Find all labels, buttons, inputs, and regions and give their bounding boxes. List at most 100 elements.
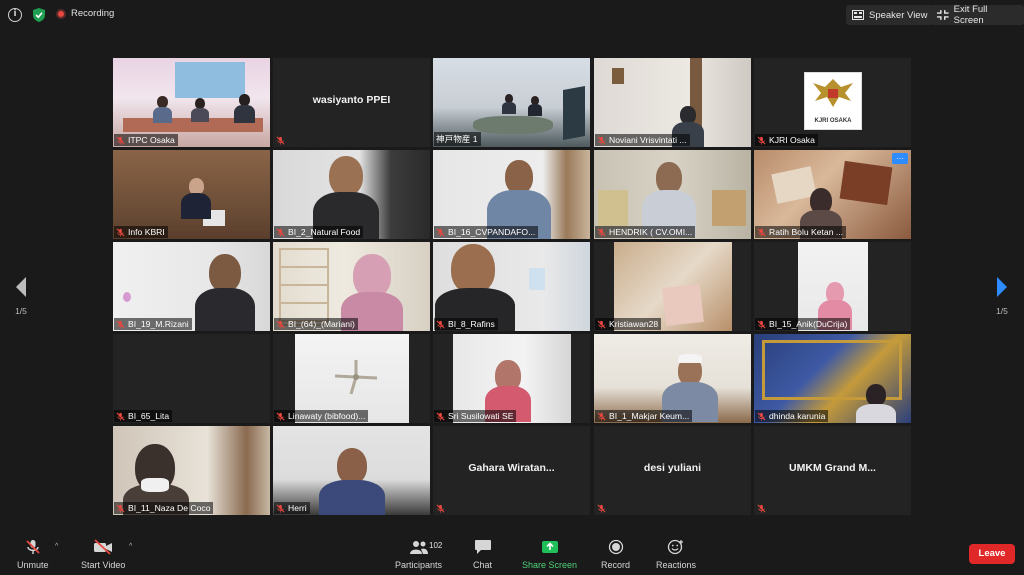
shield-icon[interactable] xyxy=(32,7,46,23)
record-icon xyxy=(608,539,623,555)
participant-tile-active-speaker[interactable]: 神戸物産 1 xyxy=(433,58,590,147)
participant-tile[interactable]: Gahara Wiratan... xyxy=(433,426,590,515)
participant-name-tag: HENDRIK ( CV.OMI... xyxy=(595,226,696,238)
participant-tile[interactable]: Linawaty (bibfood)... xyxy=(273,334,430,423)
audio-options-chevron-up-icon[interactable]: ^ xyxy=(55,543,58,550)
participant-name-tag: BI_1_Makjar Keum... xyxy=(595,410,693,422)
table xyxy=(473,116,553,134)
participant-tile[interactable]: dhinda karunia xyxy=(754,334,911,423)
mic-muted-icon xyxy=(276,136,285,145)
participant-tile[interactable]: Herri xyxy=(273,426,430,515)
record-button[interactable]: Record xyxy=(601,539,630,570)
unmute-label: Unmute xyxy=(17,560,49,570)
cap xyxy=(678,354,702,363)
banner-image xyxy=(175,62,245,98)
start-video-label: Start Video xyxy=(81,560,126,570)
participant-name-tag: KJRI Osaka xyxy=(755,134,818,146)
mic-muted-icon xyxy=(597,504,606,513)
participant-name-tag: Info KBRI xyxy=(114,226,168,238)
participant-display-name: wasiyanto PPEI xyxy=(312,94,391,106)
participant-tile[interactable]: BI_15_Anik(DuCrija) xyxy=(754,242,911,331)
participant-tile[interactable]: desi yuliani xyxy=(594,426,751,515)
participant-name: BI_2_Natural Food xyxy=(288,227,361,237)
arrow-right-icon xyxy=(997,277,1007,297)
info-icon[interactable]: i xyxy=(8,8,22,22)
participant-name: BI_19_M.Rizani xyxy=(128,319,189,329)
speaker-view-button[interactable]: Speaker View xyxy=(846,5,934,25)
participant-tile[interactable]: Sri Susilowati SE xyxy=(433,334,590,423)
participant-name-tag xyxy=(274,135,288,146)
mic-muted-icon xyxy=(597,136,606,145)
mic-muted-icon xyxy=(26,540,40,554)
participant-name: Kristiawan28 xyxy=(609,319,659,329)
participant-tile[interactable]: BI_11_Naza De Coco xyxy=(113,426,270,515)
participant-tile[interactable]: wasiyanto PPEI xyxy=(273,58,430,147)
participant-name: BI_(64)_(Mariani) xyxy=(288,319,355,329)
page-indicator-right: 1/5 xyxy=(996,306,1008,316)
previous-page-button[interactable]: 1/5 xyxy=(11,276,31,321)
participant-name-tag: BI_16_CVPANDAFO... xyxy=(434,226,539,238)
participant-name-tag: 神戸物産 1 xyxy=(434,132,481,146)
participant-display-name: UMKM Grand M... xyxy=(789,462,876,474)
unmute-button[interactable]: Unmute xyxy=(17,539,49,570)
participant-name-tag: BI_11_Naza De Coco xyxy=(114,502,214,514)
video-off-icon xyxy=(94,539,113,555)
participant-tile[interactable]: Kristiawan28 xyxy=(594,242,751,331)
speaker-view-label: Speaker View xyxy=(869,9,928,21)
mic-muted-icon xyxy=(116,228,125,237)
video-options-chevron-up-icon[interactable]: ^ xyxy=(129,543,132,550)
participant-name-tag: dhinda karunia xyxy=(755,410,829,422)
participant-tile[interactable]: BI_2_Natural Food xyxy=(273,150,430,239)
product-shelf xyxy=(598,190,628,226)
mic-muted-icon xyxy=(757,228,766,237)
next-page-button[interactable]: 1/5 xyxy=(992,276,1012,321)
speaker-view-icon xyxy=(852,10,864,20)
participant-tile[interactable]: BI_1_Makjar Keum... xyxy=(594,334,751,423)
mic-muted-icon xyxy=(597,320,606,329)
participant-tile[interactable]: BI_19_M.Rizani xyxy=(113,242,270,331)
start-video-button[interactable]: Start Video xyxy=(81,539,125,570)
ceiling-fan-icon xyxy=(334,360,378,395)
participant-name-tag: BI_8_Rafins xyxy=(434,318,498,330)
participant-name-tag xyxy=(755,503,769,514)
participant-name-tag: BI_65_Lita xyxy=(114,410,173,422)
recording-dot-icon xyxy=(56,8,66,19)
share-screen-button[interactable]: Share Screen xyxy=(522,539,577,570)
participant-name: Herri xyxy=(288,503,307,513)
meeting-toolbar: Unmute ^ Start Video ^ Participants 102 … xyxy=(0,533,1024,575)
participant-name-tag: Kristiawan28 xyxy=(595,318,662,330)
participant-tile[interactable]: HENDRIK ( CV.OMI... xyxy=(594,150,751,239)
participant-tile[interactable]: ... Ratih Bolu Ketan ... xyxy=(754,150,911,239)
participant-tile[interactable]: BI_65_Lita xyxy=(113,334,270,423)
recording-indicator[interactable]: Recording xyxy=(56,8,114,19)
kjri-logo: KJRI OSAKA xyxy=(804,72,862,130)
reactions-label: Reactions xyxy=(656,560,697,570)
participant-name: BI_11_Naza De Coco xyxy=(128,503,211,513)
participant-tile[interactable]: Info KBRI xyxy=(113,150,270,239)
product-package xyxy=(662,284,704,326)
chat-icon xyxy=(474,540,491,554)
more-options-button[interactable]: ... xyxy=(892,153,908,164)
participant-tile[interactable]: BI_8_Rafins xyxy=(433,242,590,331)
participant-tile[interactable]: BI_16_CVPANDAFO... xyxy=(433,150,590,239)
chat-button[interactable]: Chat xyxy=(473,539,492,570)
participant-name: HENDRIK ( CV.OMI... xyxy=(609,227,693,237)
chat-label: Chat xyxy=(473,560,493,570)
mic-muted-icon xyxy=(116,136,125,145)
participant-tile[interactable]: ITPC Osaka xyxy=(113,58,270,147)
mic-muted-icon xyxy=(276,412,285,421)
participant-name-tag xyxy=(434,503,448,514)
mic-muted-icon xyxy=(757,320,766,329)
participant-name-tag xyxy=(595,503,609,514)
participant-tile[interactable]: KJRI OSAKA KJRI Osaka xyxy=(754,58,911,147)
exit-full-screen-button[interactable]: Exit Full Screen xyxy=(931,4,1024,26)
wall-paper xyxy=(529,268,545,290)
mic-muted-icon xyxy=(436,228,445,237)
participant-tile[interactable]: BI_(64)_(Mariani) xyxy=(273,242,430,331)
reactions-button[interactable]: Reactions xyxy=(656,539,696,570)
participant-tile[interactable]: UMKM Grand M... xyxy=(754,426,911,515)
leave-button[interactable]: Leave xyxy=(969,544,1015,564)
participant-name: Linawaty (bibfood)... xyxy=(288,411,366,421)
participant-tile[interactable]: Noviani Vrisvintati ... xyxy=(594,58,751,147)
kjri-logo-text: KJRI OSAKA xyxy=(814,118,852,124)
